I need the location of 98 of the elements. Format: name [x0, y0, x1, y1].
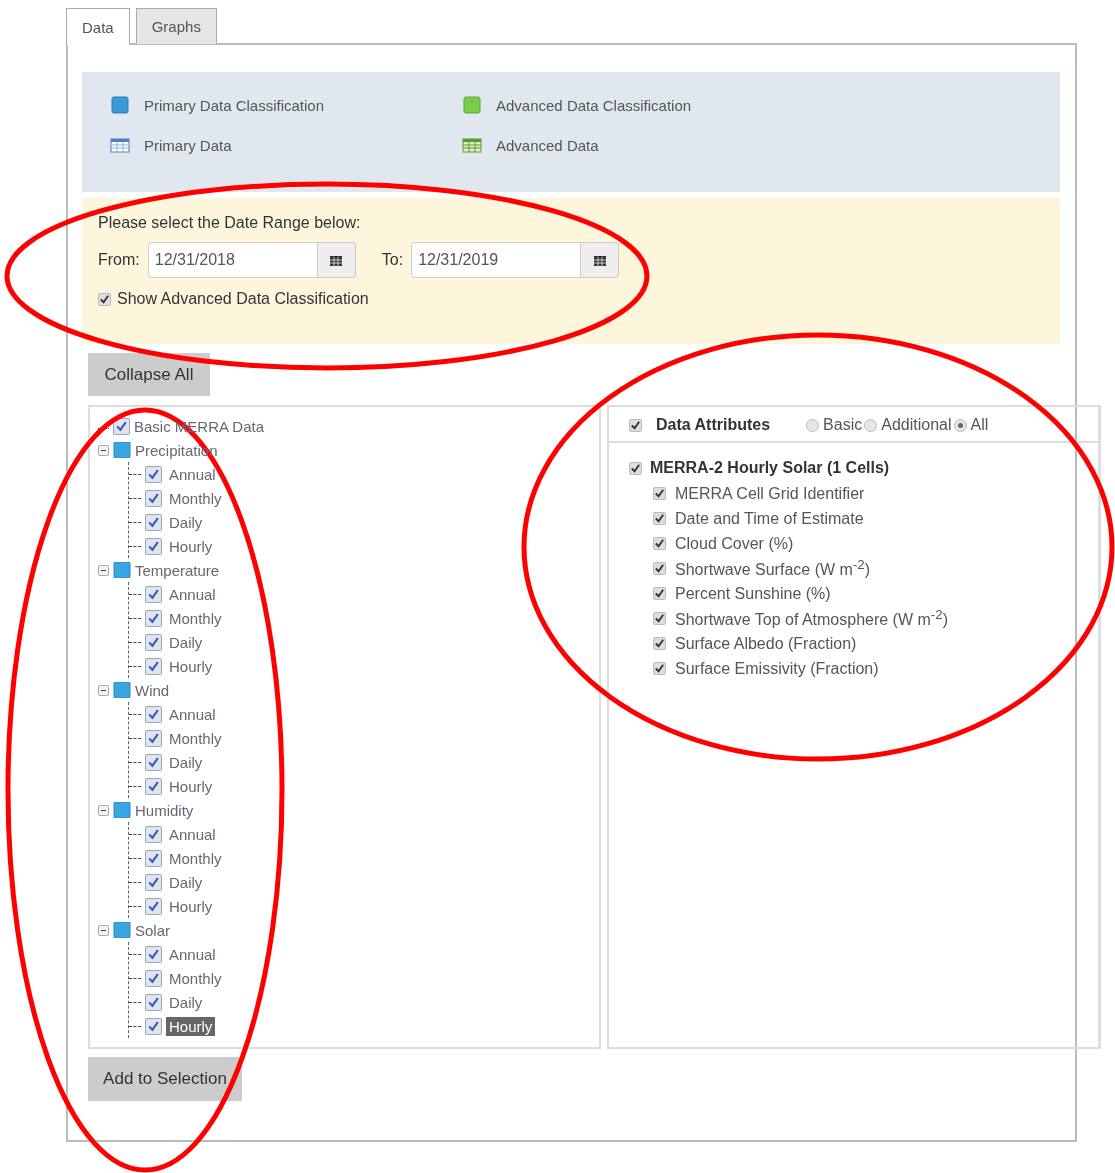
checkbox[interactable] [145, 993, 162, 1011]
collapse-toggle[interactable] [98, 684, 109, 696]
tree-label[interactable]: Monthly [166, 488, 225, 508]
add-to-selection-button[interactable]: Add to Selection [88, 1057, 242, 1101]
tree-label[interactable]: Daily [166, 872, 206, 892]
checkbox[interactable] [145, 489, 162, 507]
checkbox[interactable] [653, 612, 666, 625]
checkbox[interactable] [653, 637, 666, 650]
attribute-label: Date and Time of Estimate [675, 509, 864, 528]
field-label: From: [98, 251, 140, 269]
radio-label: Additional [881, 416, 952, 434]
attribute-label: Surface Emissivity (Fraction) [675, 659, 879, 678]
checkbox[interactable] [145, 537, 162, 555]
checkbox[interactable] [653, 587, 666, 600]
checkbox-label: Show Advanced Data Classification [117, 290, 369, 308]
tree-label[interactable]: Hourly [166, 656, 216, 676]
square-icon [110, 96, 130, 114]
checkbox[interactable] [145, 705, 162, 723]
date-field[interactable]: 12/31/2019 [411, 242, 582, 278]
radio-label: All [970, 416, 989, 434]
legend-label: Advanced Data [496, 136, 599, 154]
collapse-toggle[interactable] [98, 924, 109, 936]
table-icon [110, 136, 130, 154]
radio-button[interactable] [864, 418, 878, 432]
calendar-icon [330, 254, 343, 266]
attribute-label: Percent Sunshine (%) [675, 584, 831, 603]
tree-label[interactable]: Humidity [135, 801, 194, 819]
checkbox[interactable] [145, 729, 162, 747]
tree-label[interactable]: Annual [166, 464, 219, 484]
section-title: Data Attributes [656, 416, 771, 434]
checkbox[interactable] [145, 969, 162, 987]
tree-label[interactable]: Hourly [166, 896, 216, 916]
tree-label[interactable]: Monthly [166, 968, 225, 988]
date-field[interactable]: 12/31/2018 [147, 242, 318, 278]
collapse-toggle[interactable] [98, 564, 109, 576]
checkbox[interactable] [653, 512, 666, 525]
tree-label[interactable]: Solar [135, 921, 171, 939]
checkbox[interactable] [145, 849, 162, 867]
legend-label: Primary Data Classification [144, 96, 325, 114]
collapse-all-button[interactable]: Collapse All [88, 353, 210, 396]
checkbox[interactable] [145, 897, 162, 915]
tree-label[interactable]: Hourly [166, 536, 216, 556]
group-label: MERRA-2 Hourly Solar (1 Cells) [650, 459, 890, 477]
checkbox[interactable] [145, 945, 162, 963]
attribute-label: Shortwave Surface (W m$^{-2}$) [675, 557, 870, 580]
calendar-button[interactable] [317, 242, 356, 278]
checkbox[interactable] [98, 292, 111, 306]
tree-label[interactable]: Daily [166, 632, 206, 652]
checkbox[interactable] [653, 662, 666, 675]
tree-label[interactable]: Monthly [166, 848, 225, 868]
checkbox[interactable] [653, 487, 666, 500]
collapse-toggle[interactable] [98, 444, 109, 456]
checkbox[interactable] [145, 753, 162, 771]
checkbox[interactable] [653, 537, 666, 550]
tree-label[interactable]: Daily [166, 752, 206, 772]
checkbox[interactable] [145, 585, 162, 603]
tree-label[interactable]: Annual [166, 584, 219, 604]
tree-label[interactable]: Hourly [166, 776, 216, 796]
tree-label[interactable]: Daily [166, 992, 206, 1012]
tree-label[interactable]: Annual [166, 944, 219, 964]
legend-label: Primary Data [144, 136, 232, 154]
checkbox[interactable] [145, 825, 162, 843]
prompt-text: Please select the Date Range below: [98, 214, 362, 232]
checkbox[interactable] [145, 873, 162, 891]
calendar-icon [593, 254, 606, 266]
tree-label[interactable]: Wind [135, 681, 170, 699]
square-icon [462, 96, 482, 114]
table-icon [462, 136, 482, 154]
checkbox[interactable] [145, 1017, 162, 1035]
checkbox[interactable] [145, 777, 162, 795]
attribute-label: MERRA Cell Grid Identifier [675, 484, 865, 503]
checkbox[interactable] [145, 657, 162, 675]
attribute-label: Surface Albedo (Fraction) [675, 634, 857, 653]
checkbox[interactable] [145, 609, 162, 627]
checkbox[interactable] [145, 513, 162, 531]
checkbox[interactable] [629, 461, 642, 475]
tree-label[interactable]: Temperature [135, 561, 220, 579]
tree-label[interactable]: Monthly [166, 728, 225, 748]
checkbox[interactable] [145, 465, 162, 483]
tree-label[interactable]: Annual [166, 704, 219, 724]
checkbox[interactable] [653, 562, 666, 575]
tab[interactable]: Data [66, 8, 130, 45]
checkbox[interactable] [629, 418, 642, 432]
radio-button[interactable] [806, 418, 820, 432]
tree-label[interactable]: Daily [166, 512, 206, 532]
attribute-label: Shortwave Top of Atmosphere (W m$^{-2}$) [675, 607, 948, 630]
attribute-label: Cloud Cover (%) [675, 534, 794, 553]
checkbox[interactable] [145, 633, 162, 651]
collapse-toggle[interactable] [98, 804, 109, 816]
field-label: To: [381, 251, 404, 269]
tree-label[interactable]: Hourly [166, 1016, 216, 1036]
tree-label[interactable]: Annual [166, 824, 219, 844]
legend-label: Advanced Data Classification [496, 96, 692, 114]
tab[interactable]: Graphs [135, 8, 217, 44]
radio-button[interactable] [953, 418, 967, 432]
tree-label[interactable]: Monthly [166, 608, 225, 628]
calendar-button[interactable] [581, 242, 620, 278]
radio-label: Basic [823, 416, 863, 434]
